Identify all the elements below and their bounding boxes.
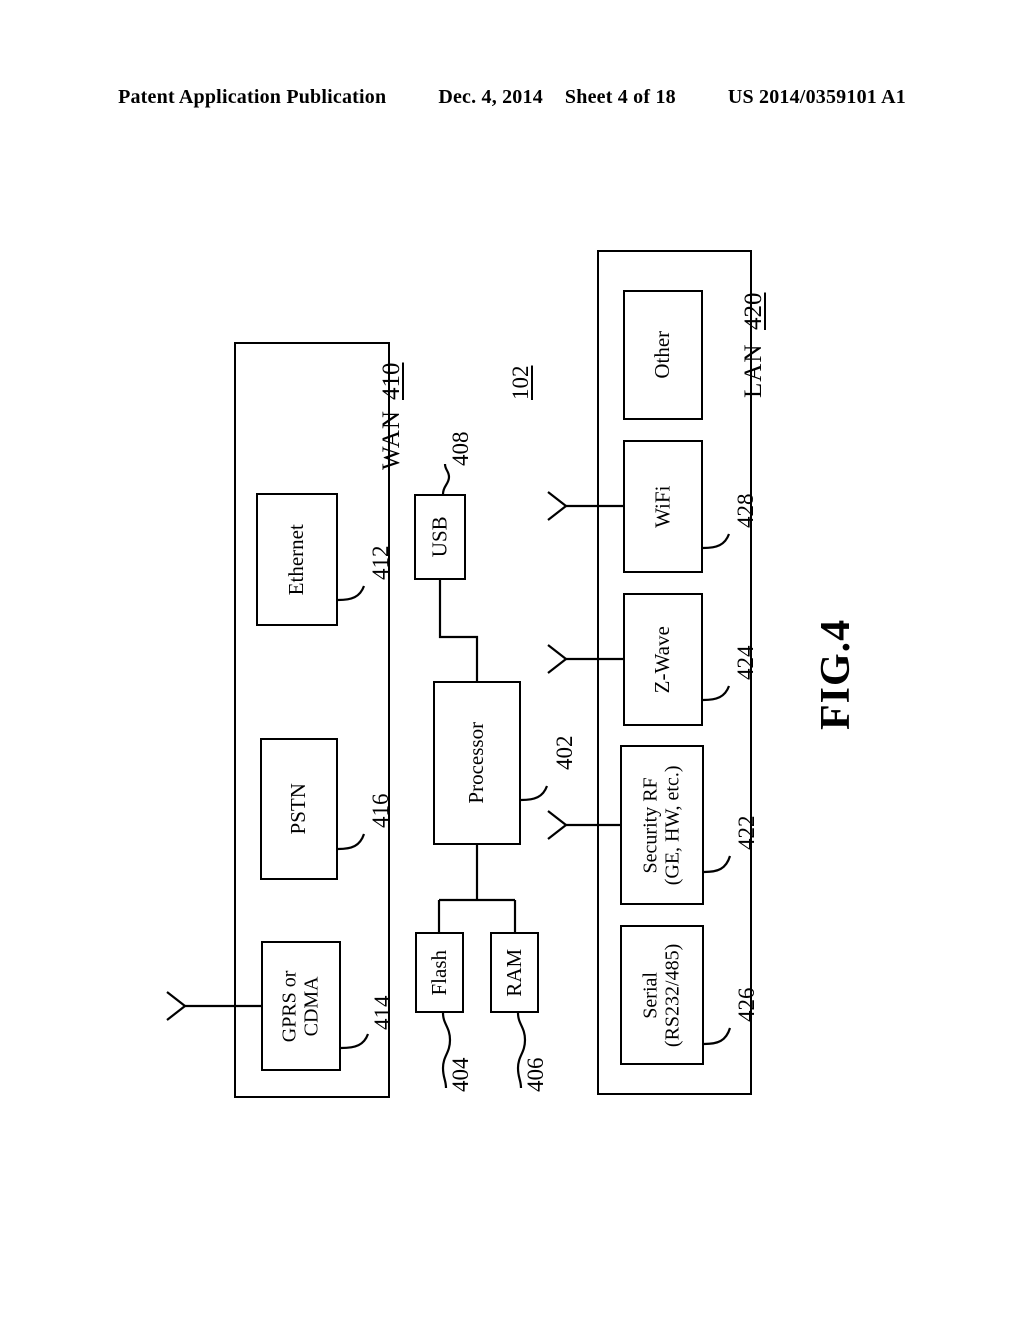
wifi-ref: 428	[733, 493, 758, 529]
zwave-antenna-icon	[547, 644, 567, 674]
usb-processor-link	[438, 580, 479, 681]
security-rf-label-line1: Security RF	[639, 776, 662, 874]
pstn-ref: 416	[368, 793, 393, 829]
processor-ref: 402	[552, 735, 577, 771]
gprs-cdma-ref: 414	[370, 995, 395, 1031]
zwave-ref: 424	[733, 645, 758, 681]
ram-label: RAM	[501, 948, 526, 997]
security-rf-label: Security RF (GE, HW, etc.)	[640, 765, 685, 885]
ethernet-label: Ethernet	[284, 523, 309, 596]
security-rf-label-line2: (GE, HW, etc.)	[662, 765, 684, 885]
processor-label: Processor	[464, 722, 489, 804]
usb-label: USB	[427, 516, 452, 558]
other-box[interactable]: Other	[623, 290, 703, 420]
connector-lines	[166, 463, 732, 1089]
security-rf-box[interactable]: Security RF (GE, HW, etc.)	[620, 745, 704, 905]
ram-box[interactable]: RAM	[490, 932, 539, 1013]
processor-leader	[520, 785, 549, 802]
usb-box[interactable]: USB	[414, 494, 466, 580]
flash-label: Flash	[426, 949, 451, 996]
wifi-label: WiFi	[650, 485, 675, 528]
gprs-cdma-label-line2: CDMA	[300, 975, 323, 1037]
zwave-label: Z-Wave	[650, 625, 675, 694]
serial-ref: 426	[734, 987, 759, 1023]
security-rf-ref: 422	[734, 815, 759, 851]
gprs-cdma-label: GPRS or CDMA	[279, 970, 324, 1042]
zwave-box[interactable]: Z-Wave	[623, 593, 703, 726]
ram-ref: 406	[523, 1057, 548, 1093]
wan-group-ref: 410	[378, 362, 405, 401]
ethernet-ref: 412	[368, 545, 393, 581]
usb-ref: 408	[448, 431, 473, 467]
usb-leader	[441, 463, 451, 495]
flash-box[interactable]: Flash	[415, 932, 464, 1013]
wan-group-label: WAN	[378, 410, 405, 470]
serial-label-line1: Serial	[639, 971, 662, 1019]
figure-diagram: WAN 410 Ethernet 412 PSTN 416 GPRS or CD…	[0, 0, 1024, 1320]
flash-ref: 404	[448, 1057, 473, 1093]
serial-box[interactable]: Serial (RS232/485)	[620, 925, 704, 1065]
security-rf-antenna-icon	[547, 810, 567, 840]
pstn-label: PSTN	[286, 783, 311, 835]
lan-group-ref: 420	[740, 292, 767, 331]
wifi-box[interactable]: WiFi	[623, 440, 703, 573]
serial-label-line2: (RS232/485)	[662, 943, 684, 1047]
pstn-box[interactable]: PSTN	[260, 738, 338, 880]
lan-group-label: LAN	[740, 343, 767, 398]
processor-box[interactable]: Processor	[433, 681, 521, 845]
serial-label: Serial (RS232/485)	[640, 943, 685, 1046]
wifi-antenna-icon	[547, 491, 567, 521]
other-label: Other	[650, 331, 675, 379]
gprs-cdma-box[interactable]: GPRS or CDMA	[261, 941, 341, 1071]
figure-label: FIG.4	[813, 618, 859, 730]
gprs-antenna-icon	[166, 991, 186, 1021]
system-ref-102: 102	[508, 365, 533, 401]
gprs-cdma-label-line1: GPRS or	[278, 970, 301, 1042]
ethernet-box[interactable]: Ethernet	[256, 493, 338, 626]
